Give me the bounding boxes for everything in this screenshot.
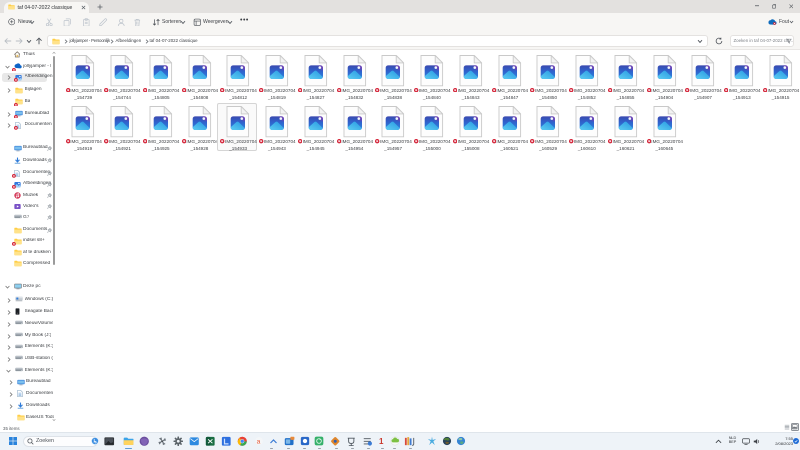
svg-text:a: a bbox=[257, 438, 261, 445]
